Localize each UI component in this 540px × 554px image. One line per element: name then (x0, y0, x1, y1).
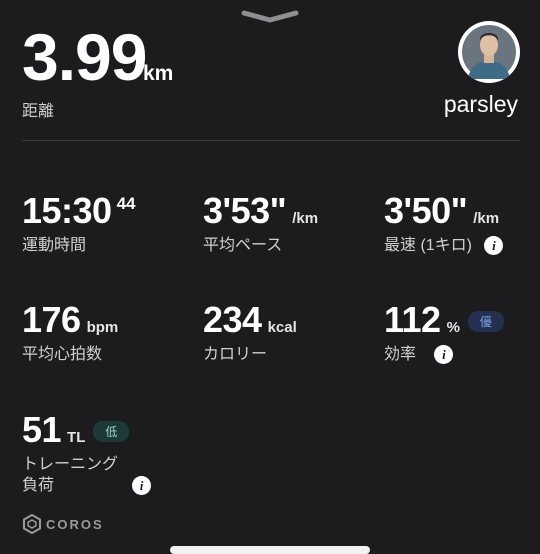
efficiency-label: 効率 (384, 346, 417, 363)
stat-efficiency: 112% 優 効率 i (384, 302, 504, 366)
home-indicator (170, 546, 370, 554)
best-pace-label-row: 最速 (1キロ) i (384, 236, 504, 257)
training-load-unit: TL (67, 429, 86, 446)
efficiency-value: 112 (384, 299, 441, 340)
coros-logo-icon (23, 514, 41, 534)
training-load-label: トレーニング 負荷 i (22, 455, 151, 497)
avg-pace-unit: /km (292, 210, 319, 227)
distance-value: 3.99 (22, 20, 147, 94)
best-pace-value: 3'50" (384, 190, 468, 231)
avg-heart-rate-value: 176 (22, 299, 81, 340)
avg-pace-label: 平均ペース (203, 237, 283, 254)
efficiency-unit: % (446, 319, 460, 336)
best-pace-unit: /km (473, 210, 500, 227)
pull-down-handle-icon[interactable] (240, 10, 300, 24)
stat-exercise-time: 15:30 44 運動時間 (22, 193, 136, 257)
username[interactable]: parsley (444, 93, 518, 116)
training-load-label-line2: 負荷 (22, 476, 55, 494)
stat-avg-heart-rate: 176 bpm 平均心拍数 (22, 302, 118, 366)
avg-pace-value: 3'53" (203, 190, 287, 231)
exercise-time-label: 運動時間 (22, 237, 87, 254)
stat-calories: 234 kcal カロリー (203, 302, 297, 366)
avg-heart-rate-unit: bpm (86, 319, 119, 336)
exercise-time-value: 15:30 (22, 190, 112, 231)
best-pace-label: 最速 (1キロ) (384, 237, 473, 254)
distance-unit: km (143, 62, 174, 85)
calories-unit: kcal (267, 319, 297, 336)
exercise-time-seconds: 44 (116, 194, 136, 213)
info-icon[interactable]: i (132, 475, 151, 495)
brand-name: COROS (46, 516, 104, 532)
avatar[interactable] (458, 21, 520, 83)
coros-logo: COROS (22, 514, 104, 534)
info-icon[interactable]: i (434, 345, 454, 364)
training-load-value: 51 (22, 409, 62, 450)
stat-best-pace: 3'50" /km 最速 (1キロ) i (384, 190, 504, 257)
avg-heart-rate-label: 平均心拍数 (22, 346, 103, 363)
user-avatar-icon (462, 25, 516, 79)
efficiency-rating-badge: 優 (467, 311, 504, 332)
divider (22, 140, 520, 141)
calories-label: カロリー (203, 346, 268, 363)
stat-training-load: 51 TL 低 トレーニング 負荷 i (22, 409, 151, 497)
distance-label: 距離 (22, 103, 55, 120)
stat-avg-pace: 3'53" /km 平均ペース (203, 193, 318, 257)
training-load-badge: 低 (93, 421, 130, 442)
calories-value: 234 (203, 299, 262, 340)
efficiency-label-row: 効率 i (384, 345, 504, 366)
info-icon[interactable]: i (484, 236, 504, 255)
training-load-label-line1: トレーニング (22, 456, 119, 473)
